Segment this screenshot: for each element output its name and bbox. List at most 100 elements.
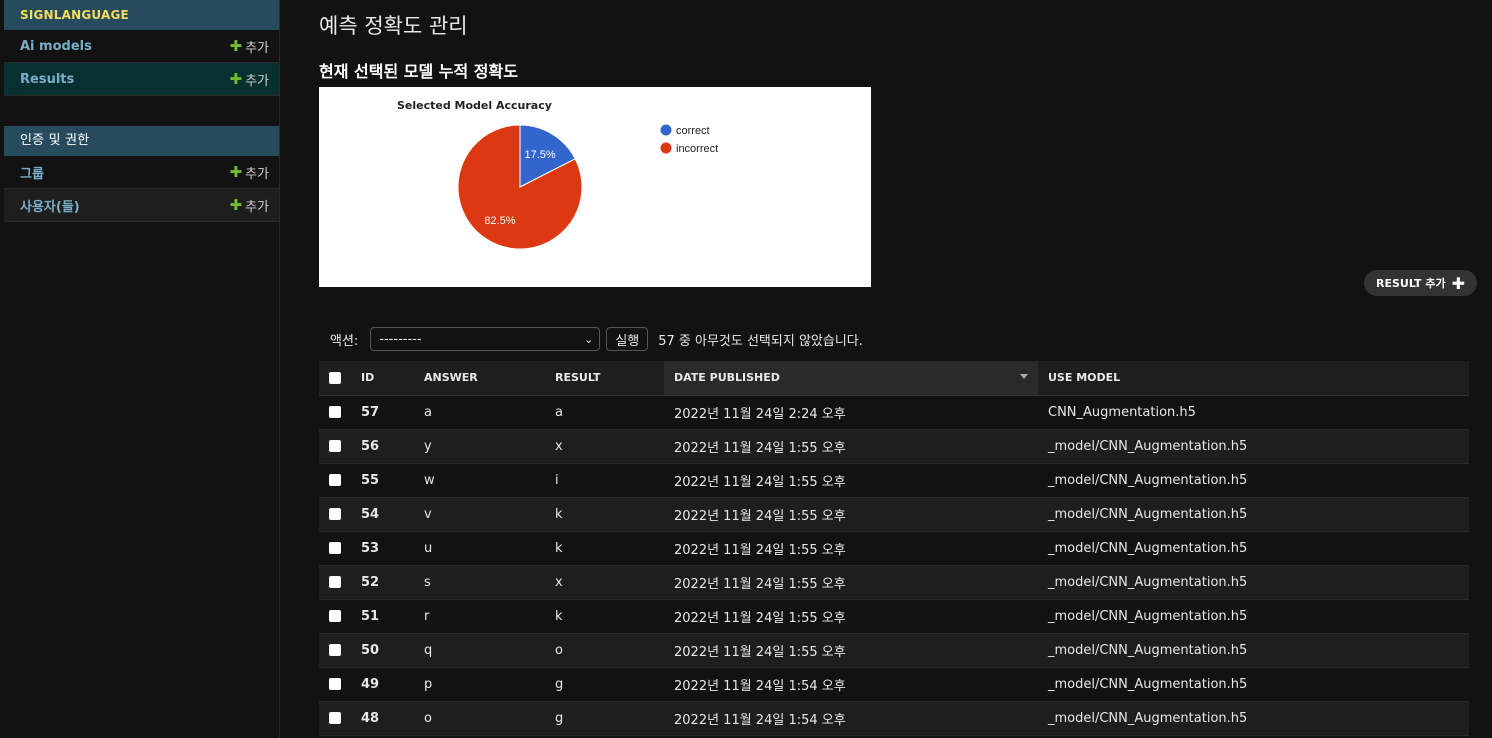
row-answer: r — [414, 599, 545, 634]
row-checkbox[interactable] — [329, 576, 341, 588]
plus-icon: ✚ — [229, 196, 243, 214]
row-checkbox[interactable] — [329, 406, 341, 418]
row-select-cell — [319, 701, 351, 736]
plus-icon: ✚ — [1451, 273, 1466, 293]
row-use-model: CNN_Augmentation.h5 — [1038, 395, 1469, 430]
select-all-checkbox[interactable] — [329, 372, 341, 385]
plus-icon: ✚ — [229, 70, 243, 88]
row-select-cell — [319, 463, 351, 498]
row-id-link[interactable]: 51 — [351, 599, 414, 634]
sort-desc-icon[interactable] — [1020, 374, 1028, 379]
row-select-cell — [319, 633, 351, 668]
column-header-answer[interactable]: ANSWER — [414, 361, 545, 396]
row-checkbox[interactable] — [329, 474, 341, 486]
row-date-published: 2022년 11월 24일 1:55 오후 — [664, 463, 1038, 498]
sidebar-item-label[interactable]: Ai models — [20, 39, 92, 54]
add-ai-model-link[interactable]: ✚ 추가 — [230, 37, 270, 56]
row-id-link[interactable]: 57 — [351, 395, 414, 430]
row-date-published: 2022년 11월 24일 2:24 오후 — [664, 395, 1038, 430]
row-select-cell — [319, 667, 351, 702]
action-select[interactable]: --------- ⌄ — [370, 327, 601, 351]
row-checkbox[interactable] — [329, 610, 341, 622]
run-button[interactable]: 실행 — [606, 327, 649, 351]
sidebar-item-label[interactable]: Results — [20, 72, 74, 87]
row-use-model: _model/CNN_Augmentation.h5 — [1038, 463, 1469, 498]
column-header-date-label: DATE PUBLISHED — [674, 371, 780, 385]
row-result: g — [545, 667, 664, 702]
add-label: 추가 — [245, 166, 269, 182]
row-answer: u — [414, 531, 545, 566]
column-header-date-published[interactable]: DATE PUBLISHED — [664, 361, 1038, 396]
row-use-model: _model/CNN_Augmentation.h5 — [1038, 429, 1469, 464]
add-label: 추가 — [245, 73, 269, 89]
legend-marker-incorrect — [660, 142, 672, 154]
row-checkbox[interactable] — [329, 542, 341, 554]
legend-entry-incorrect[interactable]: incorrect — [676, 143, 718, 155]
row-date-published: 2022년 11월 24일 1:55 오후 — [664, 531, 1038, 566]
row-date-published: 2022년 11월 24일 1:54 오후 — [664, 701, 1038, 736]
table-row: 49 p g 2022년 11월 24일 1:54 오후 _model/CNN_Augm… — [319, 667, 1469, 702]
row-id-link[interactable]: 55 — [351, 463, 414, 498]
row-checkbox[interactable] — [329, 508, 341, 520]
row-result: x — [545, 429, 664, 464]
add-user-link[interactable]: ✚ 추가 — [230, 196, 270, 215]
row-id-link[interactable]: 48 — [351, 701, 414, 736]
add-result-link[interactable]: ✚ 추가 — [230, 70, 270, 89]
row-checkbox[interactable] — [329, 644, 341, 656]
row-select-cell — [319, 565, 351, 600]
row-id-link[interactable]: 49 — [351, 667, 414, 702]
sidebar-item-groups: 그룹 ✚ 추가 — [4, 156, 279, 189]
row-id-link[interactable]: 50 — [351, 633, 414, 668]
actions-bar: 액션: --------- ⌄ 실행 57 중 아무것도 선택되지 않았습니다. — [319, 326, 863, 352]
row-result: o — [545, 633, 664, 668]
app-module-auth: 인증 및 권한 그룹 ✚ 추가 사용자(들) ✚ 추가 — [4, 126, 279, 222]
add-group-link[interactable]: ✚ 추가 — [230, 163, 270, 182]
column-header-use-model[interactable]: USE MODEL — [1038, 361, 1469, 396]
actions-label: 액션: — [330, 333, 359, 349]
table-row: 57 a a 2022년 11월 24일 2:24 오후 CNN_Augmentatio… — [319, 395, 1469, 430]
table-row: 48 o g 2022년 11월 24일 1:54 오후 _model/CNN_Augm… — [319, 701, 1469, 736]
results-table-body: 57 a a 2022년 11월 24일 2:24 오후 CNN_Augmentatio… — [319, 395, 1469, 736]
row-use-model: _model/CNN_Augmentation.h5 — [1038, 701, 1469, 736]
plus-icon: ✚ — [229, 163, 243, 181]
sidebar-item-users: 사용자(들) ✚ 추가 — [4, 189, 279, 222]
row-id-link[interactable]: 52 — [351, 565, 414, 600]
row-answer: s — [414, 565, 545, 600]
sidebar-item-label[interactable]: 그룹 — [20, 163, 44, 182]
row-use-model: _model/CNN_Augmentation.h5 — [1038, 633, 1469, 668]
app-module-signlanguage: SIGNLANGUAGE Ai models ✚ 추가 Results ✚ 추가 — [4, 0, 279, 96]
row-answer: q — [414, 633, 545, 668]
row-answer: w — [414, 463, 545, 498]
row-select-cell — [319, 531, 351, 566]
row-date-published: 2022년 11월 24일 1:54 오후 — [664, 667, 1038, 702]
table-row: 52 s x 2022년 11월 24일 1:55 오후 _model/CNN_Augm… — [319, 565, 1469, 600]
module-header-auth[interactable]: 인증 및 권한 — [4, 126, 279, 156]
add-result-button[interactable]: RESULT 추가 ✚ — [1364, 270, 1478, 296]
pie-chart-svg: 17.5% 82.5% correct incorrect — [457, 124, 718, 250]
row-date-published: 2022년 11월 24일 1:55 오후 — [664, 599, 1038, 634]
page-title: 예측 정확도 관리 — [319, 14, 468, 38]
section-title: 현재 선택된 모델 누적 정확도 — [319, 62, 518, 81]
row-checkbox[interactable] — [329, 678, 341, 690]
row-id-link[interactable]: 56 — [351, 429, 414, 464]
column-header-result[interactable]: RESULT — [545, 361, 664, 396]
row-answer: p — [414, 667, 545, 702]
row-use-model: _model/CNN_Augmentation.h5 — [1038, 599, 1469, 634]
table-row: 54 v k 2022년 11월 24일 1:55 오후 _model/CNN_Augm… — [319, 497, 1469, 532]
column-header-id[interactable]: ID — [351, 361, 414, 396]
row-id-link[interactable]: 54 — [351, 497, 414, 532]
row-answer: y — [414, 429, 545, 464]
row-checkbox[interactable] — [329, 712, 341, 724]
row-result: g — [545, 701, 664, 736]
row-checkbox[interactable] — [329, 440, 341, 452]
row-select-cell — [319, 497, 351, 532]
selection-counter: 57 중 아무것도 선택되지 않았습니다. — [658, 333, 863, 349]
legend-entry-correct[interactable]: correct — [676, 125, 710, 137]
row-id-link[interactable]: 53 — [351, 531, 414, 566]
sidebar-item-label[interactable]: 사용자(들) — [20, 196, 80, 215]
row-select-cell — [319, 599, 351, 634]
row-answer: o — [414, 701, 545, 736]
add-result-label: RESULT 추가 — [1376, 277, 1446, 290]
add-label: 추가 — [245, 199, 269, 215]
module-header-signlanguage[interactable]: SIGNLANGUAGE — [4, 0, 279, 30]
